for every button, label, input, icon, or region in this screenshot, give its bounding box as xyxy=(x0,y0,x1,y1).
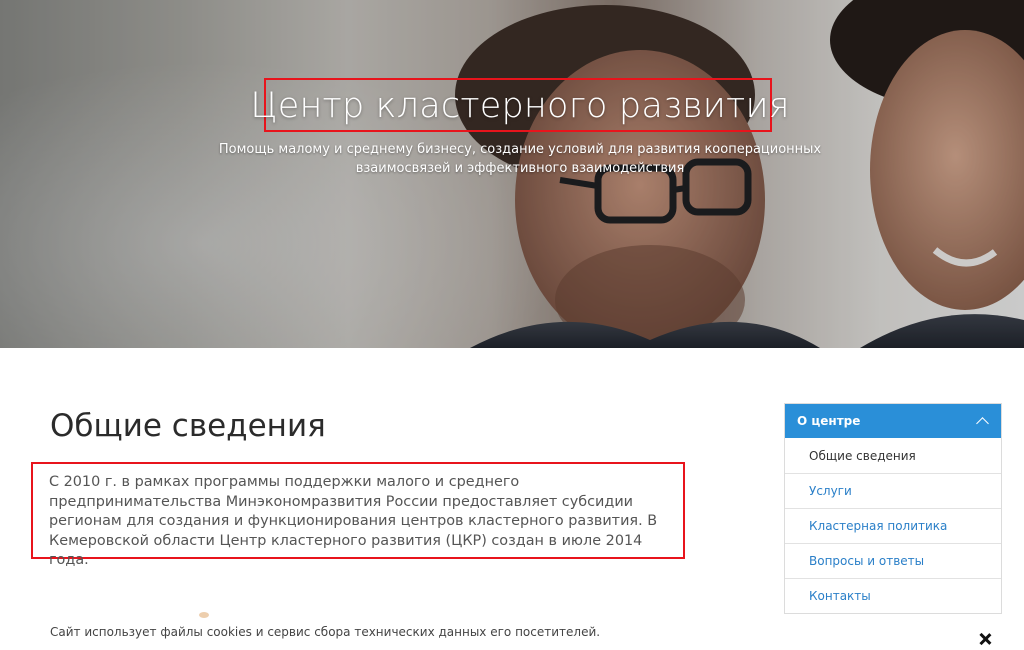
sidebar-header-label: О центре xyxy=(797,414,861,428)
close-icon[interactable] xyxy=(975,630,995,650)
sidebar-item-label: Общие сведения xyxy=(809,448,916,463)
sidebar-item-label: Контакты xyxy=(809,589,871,603)
hero-title: Центр кластерного развития xyxy=(250,86,790,126)
sidebar-item-services[interactable]: Услуги xyxy=(785,473,1001,508)
cookie-text: Сайт использует файлы cookies и сервис с… xyxy=(50,625,601,639)
sidebar-header-about[interactable]: О центре xyxy=(785,404,1001,438)
sidebar-item-label: Услуги xyxy=(809,484,852,498)
sidebar-item-faq[interactable]: Вопросы и ответы xyxy=(785,543,1001,578)
chevron-up-icon xyxy=(976,416,989,430)
sidebar-item-cluster-policy[interactable]: Кластерная политика xyxy=(785,508,1001,543)
page-heading: Общие сведения xyxy=(50,408,326,444)
cookie-bar: Сайт использует файлы cookies и сервис с… xyxy=(0,618,1024,644)
sidebar-item-general-info[interactable]: Общие сведения xyxy=(785,438,1001,473)
hero-subtitle: Помощь малому и среднему бизнесу, создан… xyxy=(218,142,822,176)
hero-banner: Центр кластерного развития Помощь малому… xyxy=(0,0,1024,348)
sidebar-nav: О центре Общие сведения Услуги Кластерна… xyxy=(784,403,1002,614)
sidebar-item-label: Кластерная политика xyxy=(809,519,948,533)
sidebar-item-label: Вопросы и ответы xyxy=(809,554,925,568)
sidebar-item-contacts[interactable]: Контакты xyxy=(785,578,1001,613)
about-paragraph: С 2010 г. в рамках программы поддержки м… xyxy=(49,474,658,568)
